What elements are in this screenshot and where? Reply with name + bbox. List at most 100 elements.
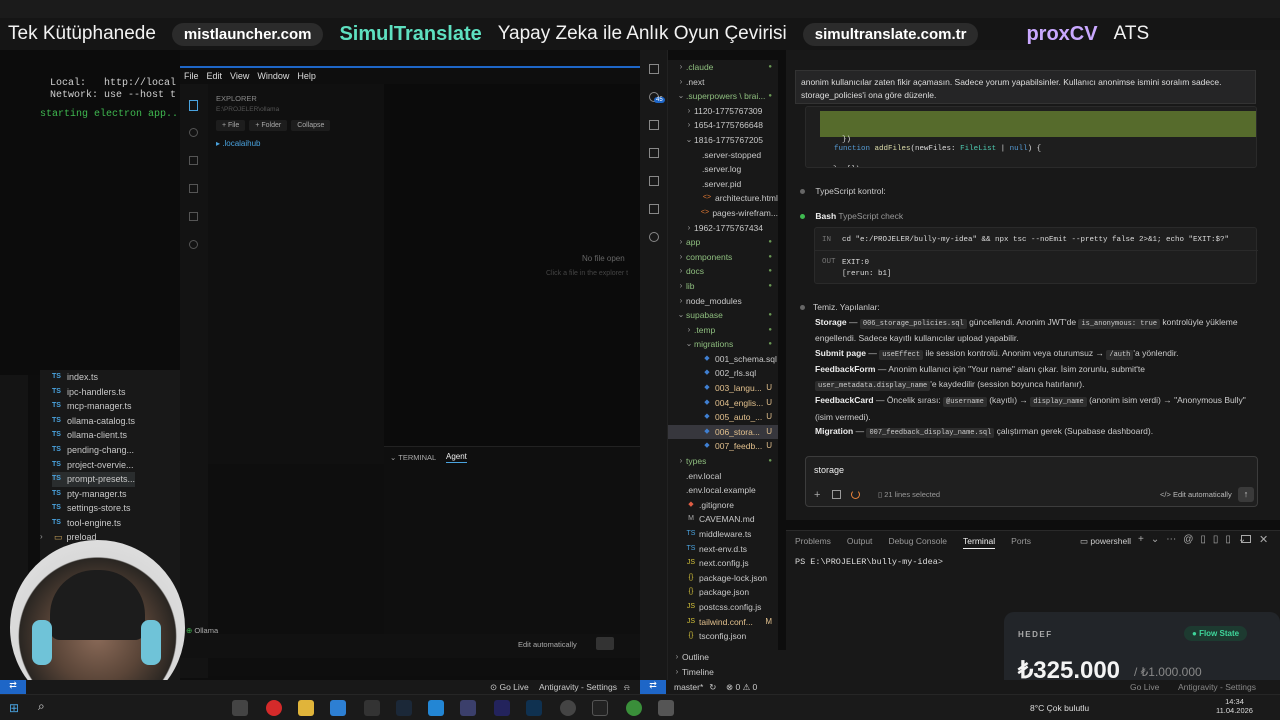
tree-item[interactable]: ⌄ migrations ● xyxy=(668,337,778,352)
timeline-section[interactable]: › Timeline xyxy=(668,665,786,680)
chrome-icon[interactable] xyxy=(626,700,642,716)
remote-icon[interactable]: ⇄ xyxy=(0,680,26,694)
tree-item[interactable]: <> architecture.html xyxy=(668,191,778,206)
tree-item[interactable]: ⌄ 1816-1775767205 xyxy=(668,133,778,148)
chat-input-text[interactable]: storage xyxy=(814,465,844,475)
weather[interactable]: 8°C Çok bulutlu xyxy=(1030,703,1089,713)
file-item[interactable]: TS pty-manager.ts xyxy=(52,487,135,502)
file-item[interactable]: TS mcp-manager.ts xyxy=(52,399,135,414)
clock[interactable]: 14:34 11.04.2026 xyxy=(1216,697,1253,715)
new-file-button[interactable]: + File xyxy=(216,120,246,131)
tree-item[interactable]: › types ● xyxy=(668,454,778,469)
file-item[interactable]: TS pending-chang... xyxy=(52,443,135,458)
new-folder-button[interactable]: + Folder xyxy=(249,120,288,131)
source-control-icon[interactable]: 45 xyxy=(649,92,665,103)
edit-automatically-toggle[interactable]: </> Edit automatically xyxy=(1160,490,1232,499)
tab-terminal[interactable]: Terminal xyxy=(963,536,996,549)
file-item[interactable]: TS index.ts xyxy=(52,370,135,385)
steam-icon[interactable] xyxy=(396,700,412,716)
remote-icon[interactable]: ⇄ xyxy=(640,680,666,694)
tree-item[interactable]: › docs ● xyxy=(668,264,778,279)
download-icon[interactable] xyxy=(189,184,198,193)
tree-item[interactable]: .env.local.example xyxy=(668,483,778,498)
outline-section[interactable]: › Outline xyxy=(668,650,786,665)
git-branch[interactable]: master* ↻ xyxy=(674,682,716,693)
tree-item[interactable]: TS middleware.ts xyxy=(668,527,778,542)
settings-icon[interactable] xyxy=(658,700,674,716)
extensions-icon[interactable] xyxy=(649,176,659,186)
tree-item[interactable]: .server-stopped xyxy=(668,148,778,163)
file-item[interactable]: TS prompt-presets... xyxy=(52,472,136,487)
premiere-icon[interactable] xyxy=(494,700,510,716)
tree-item[interactable]: › app ● xyxy=(668,235,778,250)
problems-count[interactable]: ⊗ 0 ⚠ 0 xyxy=(726,682,757,693)
tree-item[interactable]: {} package.json xyxy=(668,585,778,600)
windows-start-icon[interactable]: ⊞ xyxy=(9,701,19,715)
settings-icon[interactable] xyxy=(189,240,198,249)
notification-bell-icon[interactable]: ⍾ xyxy=(624,682,630,693)
tree-item[interactable]: M CAVEMAN.md xyxy=(668,512,778,527)
tree-item[interactable]: › .next xyxy=(668,75,778,90)
tab-agent[interactable]: Agent xyxy=(446,452,467,463)
terminal-actions[interactable]: +⌄⋯@▯▯▯⌄ xyxy=(1138,534,1253,545)
run-debug-icon[interactable] xyxy=(649,120,659,130)
menu-edit[interactable]: Edit xyxy=(207,71,223,81)
tab-terminal[interactable]: ⌄ TERMINAL xyxy=(390,453,436,462)
terminal-icon[interactable] xyxy=(592,700,608,716)
source-control-icon[interactable] xyxy=(189,156,198,165)
add-icon[interactable]: + xyxy=(814,489,820,501)
edit-automatically-toggle[interactable]: Edit automatically xyxy=(518,640,577,649)
tab-ports[interactable]: Ports xyxy=(1011,536,1031,549)
chat-input-box[interactable]: storage + ▯ 21 lines selected </> Edit a… xyxy=(805,456,1258,507)
file-item[interactable]: TS ollama-client.ts xyxy=(52,428,135,443)
remote-icon[interactable] xyxy=(649,148,659,158)
tree-item[interactable]: ◆ 003_langu... U xyxy=(668,381,778,396)
file-item[interactable]: TS project-overvie... xyxy=(52,458,135,473)
app-icon[interactable] xyxy=(560,700,576,716)
menu-file[interactable]: File xyxy=(184,71,199,81)
send-button[interactable]: ↑ xyxy=(1238,487,1254,502)
tree-item[interactable]: ◆ 002_rls.sql xyxy=(668,366,778,381)
ollama-status[interactable]: ⊕ Ollama xyxy=(186,626,218,635)
settings-right[interactable]: Antigravity - Settings xyxy=(1178,682,1256,692)
edit-icon[interactable] xyxy=(832,490,841,499)
tree-item[interactable]: JS postcss.config.js xyxy=(668,600,778,615)
photoshop-icon[interactable] xyxy=(526,700,542,716)
folder-localaihub[interactable]: ▸ .localaihub xyxy=(216,139,261,148)
testing-icon[interactable] xyxy=(649,204,659,214)
file-item[interactable]: TS tool-engine.ts xyxy=(52,516,135,531)
tree-item[interactable]: {} package-lock.json xyxy=(668,571,778,586)
file-item[interactable]: TS ipc-handlers.ts xyxy=(52,385,135,400)
close-panel-icon[interactable]: ✕ xyxy=(1259,533,1268,546)
tree-item[interactable]: › .temp ● xyxy=(668,323,778,338)
tree-item[interactable]: .server.pid xyxy=(668,177,778,192)
explorer-icon[interactable] xyxy=(189,100,198,111)
edge-icon[interactable] xyxy=(330,700,346,716)
files-icon[interactable] xyxy=(649,64,659,74)
file-item[interactable]: TS settings-store.ts xyxy=(52,501,135,516)
terminal-prompt[interactable]: PS E:\PROJELER\bully-my-idea> xyxy=(795,557,943,567)
tree-item[interactable]: ◆ 001_schema.sql xyxy=(668,352,778,367)
menu-window[interactable]: Window xyxy=(257,71,289,81)
opera-icon[interactable] xyxy=(266,700,282,716)
shell-selector[interactable]: ▭ powershell xyxy=(1080,536,1131,547)
tree-item[interactable]: .env.local xyxy=(668,469,778,484)
vscode-icon[interactable] xyxy=(428,700,444,716)
search-icon[interactable] xyxy=(189,128,198,137)
tree-item[interactable]: › node_modules xyxy=(668,294,778,309)
go-live-left[interactable]: ⊙ Go Live xyxy=(490,682,529,693)
tree-item[interactable]: ◆ 006_stora... U xyxy=(668,424,778,440)
maximize-panel-icon[interactable] xyxy=(1241,535,1251,543)
tree-item[interactable]: › 1120-1775767309 xyxy=(668,104,778,119)
tree-item[interactable]: {} tsconfig.json xyxy=(668,629,778,644)
collapse-button[interactable]: Collapse xyxy=(291,120,331,131)
tree-item[interactable]: TS next-env.d.ts xyxy=(668,542,778,557)
lines-selected[interactable]: ▯ 21 lines selected xyxy=(878,490,940,499)
agent-icon[interactable] xyxy=(649,232,659,242)
task-view-icon[interactable] xyxy=(232,700,248,716)
file-item[interactable]: TS ollama-catalog.ts xyxy=(52,414,135,429)
tree-item[interactable]: JS tailwind.conf... M xyxy=(668,615,778,630)
tree-item[interactable]: <> pages-wirefram... xyxy=(668,206,778,221)
tab-problems[interactable]: Problems xyxy=(795,536,831,549)
tab-debug-console[interactable]: Debug Console xyxy=(888,536,947,549)
